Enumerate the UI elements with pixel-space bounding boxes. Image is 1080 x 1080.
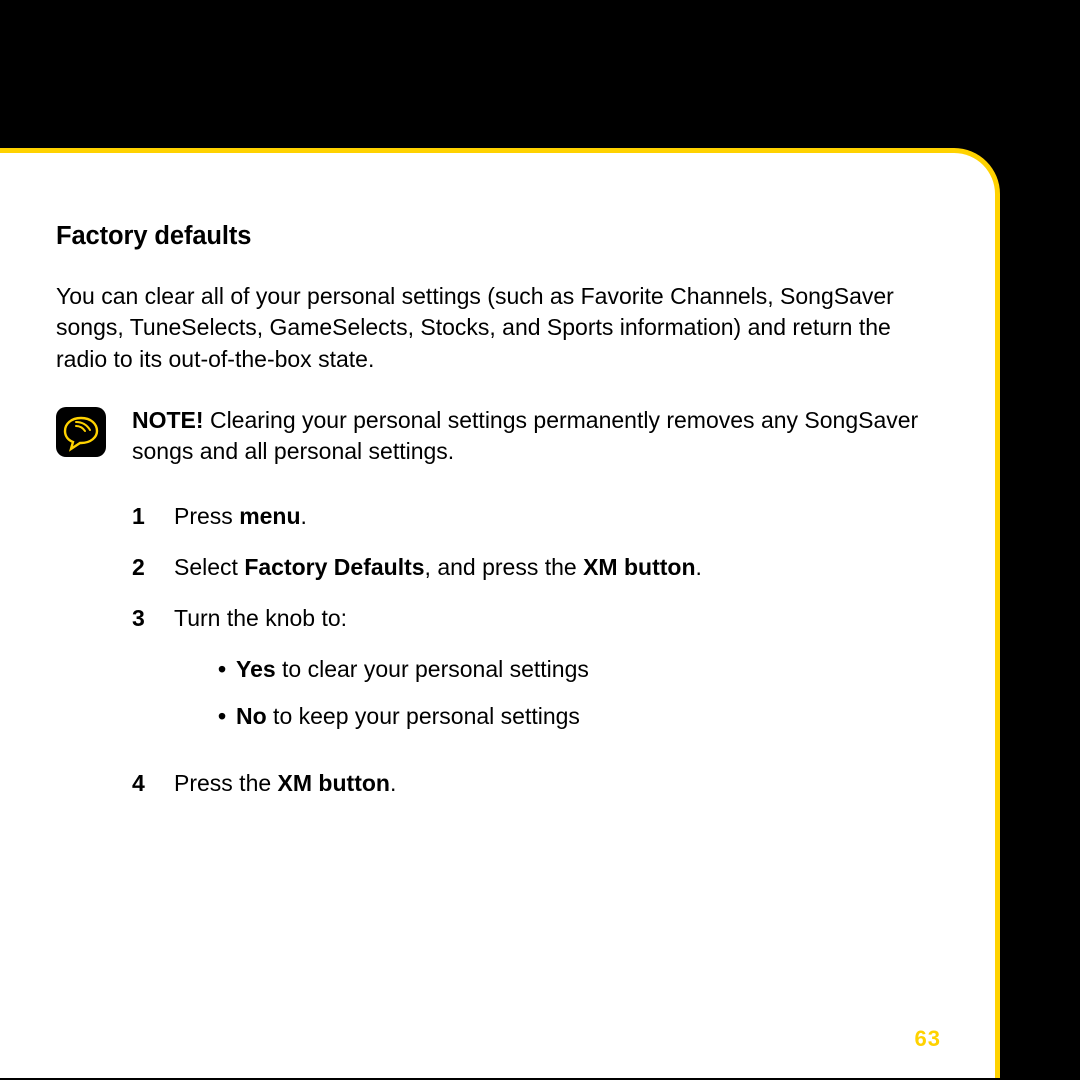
step-number: 4 (132, 768, 150, 799)
step-text: , and press the (425, 554, 584, 580)
step-number: 2 (132, 552, 150, 583)
sub-item: • No to keep your personal settings (218, 701, 925, 732)
step-number: 3 (132, 603, 150, 748)
step-4: 4 Press the XM button. (132, 768, 925, 799)
step-text: Press the (174, 770, 278, 796)
sub-item-text: No to keep your personal settings (236, 701, 580, 732)
note-body: Clearing your personal settings permanen… (132, 407, 918, 464)
step-2: 2 Select Factory Defaults, and press the… (132, 552, 925, 583)
step-body: Turn the knob to: • Yes to clear your pe… (174, 603, 925, 748)
page-content: Factory defaults You can clear all of yo… (0, 153, 995, 799)
step-3: 3 Turn the knob to: • Yes to clear your … (132, 603, 925, 748)
step-list: 1 Press menu. 2 Select Factory Defaults,… (56, 501, 925, 799)
step-text: . (696, 554, 702, 580)
sub-item: • Yes to clear your personal settings (218, 654, 925, 685)
sub-list: • Yes to clear your personal settings • … (174, 654, 925, 732)
step-text-bold: Factory Defaults (244, 554, 424, 580)
bullet-icon: • (218, 654, 224, 685)
sub-item-text: Yes to clear your personal settings (236, 654, 589, 685)
note-block: NOTE! Clearing your personal settings pe… (56, 405, 925, 467)
step-text: . (390, 770, 396, 796)
step-text: Press (174, 503, 239, 529)
step-text-bold: menu (239, 503, 300, 529)
step-body: Press the XM button. (174, 768, 925, 799)
step-text: Select (174, 554, 244, 580)
page-number: 63 (915, 1026, 941, 1052)
step-body: Press menu. (174, 501, 925, 532)
note-label: NOTE! (132, 407, 204, 433)
step-number: 1 (132, 501, 150, 532)
note-text: NOTE! Clearing your personal settings pe… (132, 405, 925, 467)
step-text: to clear your personal settings (276, 656, 589, 682)
step-text: to keep your personal settings (267, 703, 580, 729)
step-text: Turn the knob to: (174, 605, 347, 631)
step-text-bold: No (236, 703, 267, 729)
step-text-bold: XM button (583, 554, 695, 580)
bullet-icon: • (218, 701, 224, 732)
step-body: Select Factory Defaults, and press the X… (174, 552, 925, 583)
section-heading: Factory defaults (56, 219, 925, 253)
step-text-bold: Yes (236, 656, 276, 682)
step-1: 1 Press menu. (132, 501, 925, 532)
intro-paragraph: You can clear all of your personal setti… (56, 281, 925, 374)
step-text: . (301, 503, 307, 529)
step-text-bold: XM button (278, 770, 390, 796)
speech-bubble-icon (56, 407, 106, 457)
document-page: Factory defaults You can clear all of yo… (0, 148, 1000, 1078)
